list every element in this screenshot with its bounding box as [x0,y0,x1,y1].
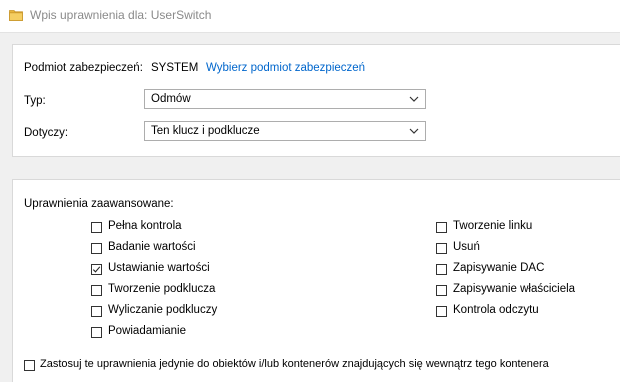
checkbox-label: Tworzenie podklucza [108,283,216,295]
checkbox-label: Ustawianie wartości [108,262,210,274]
checkbox-label: Badanie wartości [108,241,196,253]
checkbox-label: Wyliczanie podkluczy [108,304,218,316]
principal-value: SYSTEM [151,62,199,74]
title-bar: Wpis uprawnienia dla: UserSwitch [0,0,620,33]
checkbox-full-control[interactable] [91,222,102,233]
checkbox-write-dac[interactable] [436,264,447,275]
checkbox-apply-only-within-container[interactable] [24,360,35,371]
advanced-permissions-panel: Uprawnienia zaawansowane: Pełna kontrola… [12,179,620,382]
check-icon [92,266,101,273]
principal-panel: Podmiot zabezpieczeń: SYSTEM Wybierz pod… [12,44,620,157]
checkbox-label: Usuń [453,241,480,253]
type-dropdown-value: Odmów [151,93,191,105]
principal-label: Podmiot zabezpieczeń: [24,62,143,74]
checkbox-label: Zastosuj te uprawnienia jedynie do obiek… [40,358,549,370]
checkbox-label: Zapisywanie DAC [453,262,545,274]
select-principal-link[interactable]: Wybierz podmiot zabezpieczeń [206,62,365,74]
window-title: Wpis uprawnienia dla: UserSwitch [30,8,212,22]
chevron-down-icon [409,128,419,134]
checkbox-query-value[interactable] [91,243,102,254]
checkbox-set-value[interactable] [91,264,102,275]
checkbox-create-subkey[interactable] [91,285,102,296]
checkbox-label: Powiadamianie [108,325,186,337]
chevron-down-icon [409,96,419,102]
type-label: Typ: [24,95,46,107]
checkbox-label: Pełna kontrola [108,220,182,232]
checkbox-label: Tworzenie linku [453,220,533,232]
type-dropdown[interactable]: Odmów [144,89,426,109]
checkbox-notify[interactable] [91,327,102,338]
checkbox-create-link[interactable] [436,222,447,233]
checkbox-delete[interactable] [436,243,447,254]
applies-to-label: Dotyczy: [24,127,69,139]
checkbox-read-control[interactable] [436,306,447,317]
checkbox-write-owner[interactable] [436,285,447,296]
applies-to-dropdown[interactable]: Ten klucz i podklucze [144,121,426,141]
applies-to-dropdown-value: Ten klucz i podklucze [151,125,260,137]
folder-icon [9,10,23,21]
checkbox-label: Zapisywanie właściciela [453,283,576,295]
advanced-heading: Uprawnienia zaawansowane: [24,198,174,210]
checkbox-label: Kontrola odczytu [453,304,539,316]
checkbox-enumerate-subkeys[interactable] [91,306,102,317]
